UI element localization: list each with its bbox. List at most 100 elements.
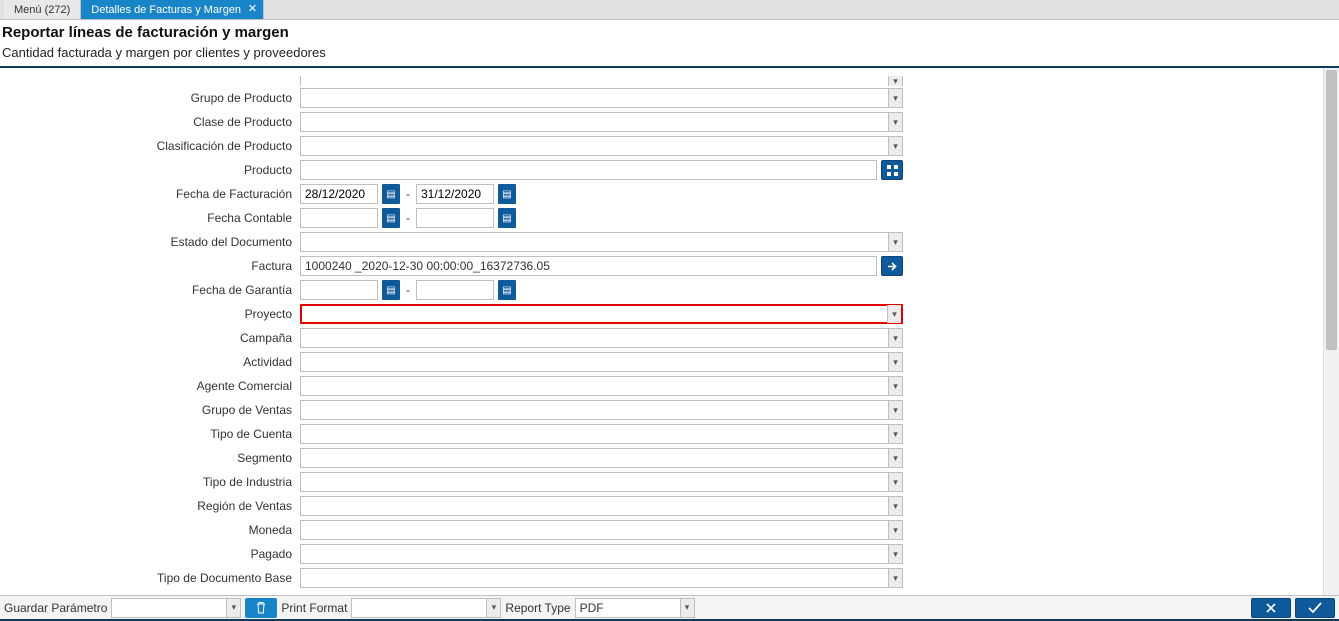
row-grupo-ventas: Grupo de Ventas ▾ [0, 398, 1323, 422]
chevron-down-icon[interactable]: ▾ [888, 545, 902, 563]
segmento-combo[interactable]: ▾ [300, 448, 903, 468]
chevron-down-icon[interactable]: ▾ [888, 473, 902, 491]
label-region-ventas: Región de Ventas [0, 499, 300, 513]
label-grupo-ventas: Grupo de Ventas [0, 403, 300, 417]
delete-param-button[interactable] [245, 598, 277, 618]
chevron-down-icon[interactable]: ▾ [680, 599, 694, 617]
chevron-down-icon[interactable]: ▾ [888, 425, 902, 443]
chevron-down-icon[interactable]: ▾ [887, 305, 901, 323]
fecha-garantia-from-input[interactable] [300, 280, 378, 300]
label-guardar-parametro: Guardar Parámetro [4, 601, 107, 615]
chevron-down-icon[interactable]: ▾ [888, 521, 902, 539]
label-fecha-contable: Fecha Contable [0, 211, 300, 225]
grupo-producto-combo[interactable]: ▾ [300, 88, 903, 108]
tab-menu[interactable]: Menú (272) [4, 0, 81, 19]
guardar-parametro-combo[interactable]: ▾ [111, 598, 241, 618]
chevron-down-icon[interactable]: ▾ [226, 599, 240, 617]
fecha-contable-to-input[interactable] [416, 208, 494, 228]
tab-detalles-facturas[interactable]: Detalles de Facturas y Margen ✕ [81, 0, 264, 19]
label-estado-documento: Estado del Documento [0, 235, 300, 249]
page-title: Reportar líneas de facturación y margen [2, 24, 1337, 41]
tipo-cuenta-combo[interactable]: ▾ [300, 424, 903, 444]
chevron-down-icon[interactable]: ▾ [888, 377, 902, 395]
chevron-down-icon[interactable]: ▾ [888, 569, 902, 587]
trash-icon [255, 601, 267, 614]
arrow-right-icon [887, 261, 898, 272]
chevron-down-icon[interactable]: ▾ [888, 449, 902, 467]
label-proyecto: Proyecto [0, 307, 300, 321]
label-pagado: Pagado [0, 547, 300, 561]
label-moneda: Moneda [0, 523, 300, 537]
region-ventas-combo[interactable]: ▾ [300, 496, 903, 516]
label-tipo-documento-base: Tipo de Documento Base [0, 571, 300, 585]
scrollbar-thumb[interactable] [1326, 70, 1337, 350]
fecha-garantia-to-input[interactable] [416, 280, 494, 300]
print-format-combo[interactable]: ▾ [351, 598, 501, 618]
chevron-down-icon[interactable]: ▾ [888, 137, 902, 155]
fecha-facturacion-to-input[interactable] [416, 184, 494, 204]
label-clase-producto: Clase de Producto [0, 115, 300, 129]
calendar-icon[interactable]: ▤ [382, 208, 400, 228]
report-type-combo[interactable]: PDF ▾ [575, 598, 695, 618]
label-segmento: Segmento [0, 451, 300, 465]
chevron-down-icon[interactable]: ▾ [888, 329, 902, 347]
row-region-ventas: Región de Ventas ▾ [0, 494, 1323, 518]
row-factura: Factura 1000240 _2020-12-30 00:00:00_163… [0, 254, 1323, 278]
chevron-down-icon[interactable]: ▾ [486, 599, 500, 617]
tab-strip: Menú (272) Detalles de Facturas y Margen… [0, 0, 1339, 20]
fecha-contable-from-input[interactable] [300, 208, 378, 228]
clasificacion-producto-combo[interactable]: ▾ [300, 136, 903, 156]
cancel-button[interactable] [1251, 598, 1291, 618]
clase-producto-combo[interactable]: ▾ [300, 112, 903, 132]
close-icon[interactable]: ✕ [248, 2, 257, 16]
actividad-combo[interactable]: ▾ [300, 352, 903, 372]
proyecto-combo[interactable]: ▾ [300, 304, 903, 324]
product-lookup-button[interactable] [881, 160, 903, 180]
generic-combo[interactable]: ▾ [300, 76, 903, 86]
range-separator: - [404, 211, 412, 225]
tipo-documento-base-combo[interactable]: ▾ [300, 568, 903, 588]
grupo-ventas-combo[interactable]: ▾ [300, 400, 903, 420]
chevron-down-icon[interactable]: ▾ [888, 497, 902, 515]
tipo-industria-combo[interactable]: ▾ [300, 472, 903, 492]
calendar-icon[interactable]: ▤ [498, 208, 516, 228]
row-pagado: Pagado ▾ [0, 542, 1323, 566]
factura-input[interactable]: 1000240 _2020-12-30 00:00:00_16372736.05 [300, 256, 877, 276]
factura-value: 1000240 _2020-12-30 00:00:00_16372736.05 [305, 259, 550, 273]
label-agente-comercial: Agente Comercial [0, 379, 300, 393]
label-print-format: Print Format [281, 601, 347, 615]
calendar-icon[interactable]: ▤ [382, 280, 400, 300]
producto-input[interactable] [300, 160, 877, 180]
factura-go-button[interactable] [881, 256, 903, 276]
pagado-combo[interactable]: ▾ [300, 544, 903, 564]
range-separator: - [404, 283, 412, 297]
calendar-icon[interactable]: ▤ [498, 280, 516, 300]
estado-documento-combo[interactable]: ▾ [300, 232, 903, 252]
row-grupo-producto: Grupo de Producto ▾ [0, 86, 1323, 110]
row-proyecto: Proyecto ▾ [0, 302, 1323, 326]
agente-comercial-combo[interactable]: ▾ [300, 376, 903, 396]
chevron-down-icon[interactable]: ▾ [888, 113, 902, 131]
label-tipo-industria: Tipo de Industria [0, 475, 300, 489]
label-factura: Factura [0, 259, 300, 273]
calendar-icon[interactable]: ▤ [382, 184, 400, 204]
chevron-down-icon[interactable]: ▾ [888, 76, 902, 86]
chevron-down-icon[interactable]: ▾ [888, 353, 902, 371]
label-actividad: Actividad [0, 355, 300, 369]
row-agente-comercial: Agente Comercial ▾ [0, 374, 1323, 398]
label-fecha-garantia: Fecha de Garantía [0, 283, 300, 297]
chevron-down-icon[interactable]: ▾ [888, 89, 902, 107]
chevron-down-icon[interactable]: ▾ [888, 233, 902, 251]
campana-combo[interactable]: ▾ [300, 328, 903, 348]
row-estado-documento: Estado del Documento ▾ [0, 230, 1323, 254]
calendar-icon[interactable]: ▤ [498, 184, 516, 204]
fecha-facturacion-from-input[interactable] [300, 184, 378, 204]
confirm-button[interactable] [1295, 598, 1335, 618]
chevron-down-icon[interactable]: ▾ [888, 401, 902, 419]
vertical-scrollbar[interactable] [1323, 68, 1339, 595]
check-icon [1307, 601, 1323, 615]
moneda-combo[interactable]: ▾ [300, 520, 903, 540]
label-grupo-producto: Grupo de Producto [0, 91, 300, 105]
grid-icon [887, 165, 898, 176]
row-fecha-contable: Fecha Contable ▤ - ▤ [0, 206, 1323, 230]
